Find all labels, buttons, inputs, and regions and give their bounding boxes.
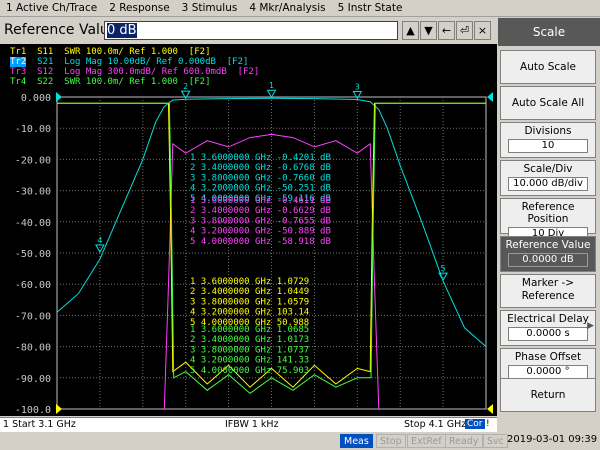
marker-label: 4 [97,236,102,245]
marker-readout-row: 3 3.8000000 GHz 1.0579 [190,297,309,307]
measurement-screen[interactable]: Tr1 S11 SWR 100.0m/ Ref 1.000 [F2] Tr2 S… [0,44,497,416]
y-tick-label: 0.000 [21,93,51,104]
marker-label: 1 [269,81,274,90]
close-button[interactable]: × [474,21,491,40]
marker-readout-row: 3 3.8000000 GHz -0.7660 dB [190,173,331,183]
status-bar: 1 Start 3.1 GHz IFBW 1 kHz Stop 4.1 GHz … [0,417,497,432]
marker-readout-row: 4 3.2000000 GHz 141.33 [190,356,309,366]
entry-input[interactable]: 0 dB [104,21,398,40]
extref-indicator: ExtRef [407,434,446,448]
marker-label: 2 [183,82,188,91]
marker-ref-label: Marker -> [521,277,575,289]
ref-arrow-right-icon [487,92,493,102]
elec-delay-value[interactable]: 0.0000 s [508,327,588,341]
marker-readout-row: 2 3.4000000 GHz 1.0449 [190,287,309,297]
y-tick-label: -20.00 [15,155,51,166]
marker-readout-row: 1 3.6000000 GHz -0.4611 dB [190,196,331,206]
softkey-title: Scale [498,18,600,46]
y-tick-label: -90.00 [15,374,51,385]
y-tick-label: -40.00 [15,218,51,229]
y-tick-label: -60.00 [15,280,51,291]
marker-readout-row: 2 3.4000000 GHz 1.0173 [190,335,309,345]
marker-readout-row: 4 3.2000000 GHz 103.14 [190,308,309,318]
ref-value-value[interactable]: 0.0000 dB [508,253,588,267]
auto-scale-all-button[interactable]: Auto Scale All [500,86,596,120]
scale-div-button[interactable]: Scale/Div 10.000 dB/div [500,160,596,196]
y-tick-label: -80.00 [15,343,51,354]
marker-ref-label2: Reference [521,290,575,302]
scale-div-label: Scale/Div [523,163,573,175]
elec-delay-label: Electrical Delay [507,313,589,325]
marker-readout-row: 1 3.6000000 GHz 1.0685 [190,325,309,335]
enter-button[interactable]: ⏎ [456,21,473,40]
correction-badge: Cor [465,419,485,429]
marker-icon [266,89,277,99]
y-tick-label: -10.00 [15,124,51,135]
menu-response[interactable]: 2 Response [103,2,175,14]
scale-div-value[interactable]: 10.000 dB/div [508,177,588,191]
marker-readout-row: 1 3.6000000 GHz -0.4201 dB [190,153,331,163]
ref-arrow-left-icon [56,92,62,102]
menu-stimulus[interactable]: 3 Stimulus [176,2,244,14]
marker-label: 3 [355,82,360,91]
divisions-value[interactable]: 10 [508,139,588,153]
divisions-label: Divisions [524,125,572,137]
flag-icon: ! [486,419,490,429]
datetime: 2019-03-01 09:39 [507,434,598,445]
auto-scale-button[interactable]: Auto Scale [500,50,596,84]
meas-indicator: Meas [340,434,373,448]
electrical-delay-button[interactable]: Electrical Delay 0.0000 s ▶ [500,310,596,346]
stop-indicator: Stop [376,434,406,448]
marker-readout-row: 4 3.2000000 GHz -50.251 dB [190,184,331,194]
marker-readout-row: 1 3.6000000 GHz 1.0729 [190,277,309,287]
y-tick-label: -70.00 [15,311,51,322]
more-arrow-icon: ▶ [587,321,594,331]
ref-position-label: Reference Position [521,201,575,225]
backspace-button[interactable]: ← [438,21,455,40]
decrement-button[interactable]: ▼ [420,21,437,40]
marker-readout-row: 3 3.8000000 GHz 1.0737 [190,345,309,355]
marker-readout-row: 5 4.0000000 GHz 75.903 [190,366,309,376]
marker-readout-row: 2 3.4000000 GHz -0.6768 dB [190,163,331,173]
y-tick-label: -50.00 [15,249,51,260]
marker-to-reference-button[interactable]: Marker -> Reference [500,274,596,308]
phase-offset-value[interactable]: 0.0000 ° [508,365,588,379]
marker-readout-row: 4 3.2000000 GHz -50.889 dB [190,227,331,237]
return-button[interactable]: Return [500,378,596,412]
ref-value-button[interactable]: Reference Value 0.0000 dB [500,236,596,272]
entry-value: 0 dB [107,23,137,38]
entry-bar: Reference Value 0 dB ▲ ▼ ← ⏎ × [0,18,497,44]
stop-freq[interactable]: Stop 4.1 GHz [404,419,466,430]
menu-bar: 1 Active Ch/Trace 2 Response 3 Stimulus … [0,0,600,17]
bottom-bar: Meas Stop ExtRef Ready Svc 2019-03-01 09… [0,432,600,450]
marker-readout-row: 3 3.8000000 GHz -0.7655 dB [190,216,331,226]
marker-label: 5 [441,264,446,273]
start-freq[interactable]: 1 Start 3.1 GHz [3,419,76,430]
ready-indicator: Ready [445,434,483,448]
ref-value-label: Reference Value [505,239,591,251]
divisions-button[interactable]: Divisions 10 [500,122,596,158]
marker-tables: 1 3.6000000 GHz -0.4201 dB2 3.4000000 GH… [190,153,331,376]
ref-arrow-right-bottom-icon [487,404,493,414]
menu-active-ch[interactable]: 1 Active Ch/Trace [0,2,103,14]
marker-readout-row: 5 4.0000000 GHz -58.918 dB [190,237,331,247]
trace-plot: 0.000 -10.00 -20.00 -30.00 -40.00 -50.00 -60.0… [15,81,493,416]
menu-mkr-analysis[interactable]: 4 Mkr/Analysis [243,2,331,14]
ref-position-button[interactable]: Reference Position 10 Div [500,198,596,241]
increment-button[interactable]: ▲ [402,21,419,40]
ifbw[interactable]: IFBW 1 kHz [225,419,279,430]
svc-indicator: Svc [483,434,508,448]
ref-arrow-left-bottom-icon [56,404,62,414]
menu-instr-state[interactable]: 5 Instr State [332,2,409,14]
phase-offset-label: Phase Offset [514,351,582,363]
marker-readout-row: 2 3.4000000 GHz -0.6629 dB [190,206,331,216]
entry-label: Reference Value [4,22,118,38]
y-tick-label: -30.00 [15,187,51,198]
y-tick-label: -100.0 [15,405,51,416]
softkey-panel: Scale Auto Scale Auto Scale All Division… [498,18,600,432]
